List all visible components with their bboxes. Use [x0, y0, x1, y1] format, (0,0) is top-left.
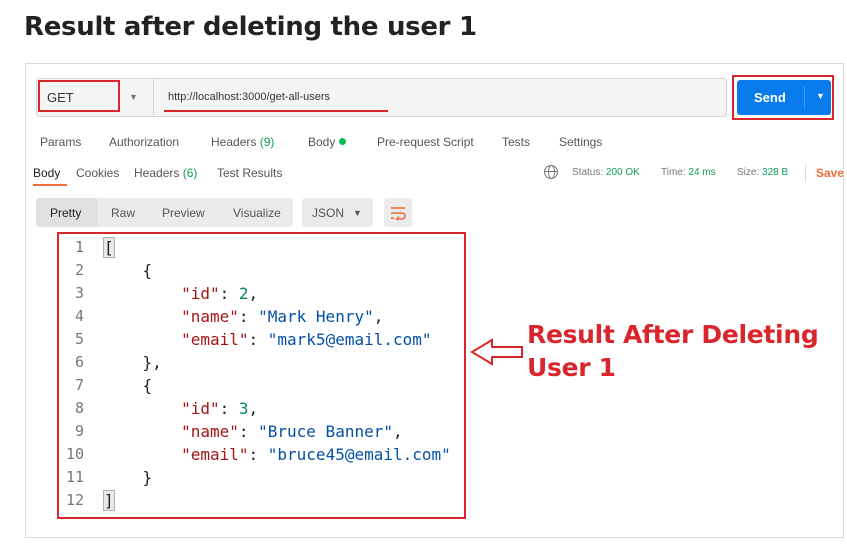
request-url-bar: GET ▼ http://localhost:3000/get-all-user… [36, 78, 727, 117]
response-highlight-box [57, 232, 466, 519]
view-preview-button[interactable]: Preview [162, 206, 205, 220]
method-highlight-box [38, 80, 120, 112]
tab-headers-label: Headers [211, 135, 257, 149]
callout-arrow-icon [470, 338, 523, 366]
caret-down-icon: ▼ [129, 92, 138, 102]
tab-body[interactable]: Body [308, 135, 347, 149]
time-value: 24 ms [688, 167, 716, 178]
time-label: Time: [661, 167, 686, 178]
view-pretty-button[interactable]: Pretty [50, 206, 81, 220]
size-readout: Size: 328 B [737, 167, 788, 178]
tab-body-label: Body [308, 135, 336, 149]
time-readout: Time: 24 ms [661, 167, 716, 178]
tab-headers[interactable]: Headers (9) [211, 135, 274, 149]
resp-tab-cookies[interactable]: Cookies [76, 166, 119, 180]
resp-tab-headers-label: Headers [134, 166, 180, 180]
status-value: 200 OK [605, 167, 640, 178]
wrap-lines-icon [391, 207, 406, 220]
resp-tab-active-indicator [33, 184, 67, 186]
view-visualize-button[interactable]: Visualize [233, 206, 281, 220]
tab-authorization[interactable]: Authorization [109, 135, 179, 149]
resp-tab-test-results[interactable]: Test Results [217, 166, 282, 180]
globe-icon[interactable] [544, 165, 558, 179]
tab-prerequest-script[interactable]: Pre-request Script [377, 135, 474, 149]
format-select[interactable]: JSON ▼ [302, 198, 373, 227]
status-divider [805, 164, 806, 182]
tab-settings[interactable]: Settings [559, 135, 602, 149]
wrap-lines-button[interactable] [384, 198, 412, 227]
save-response-button[interactable]: Save [816, 166, 843, 180]
resp-tab-body[interactable]: Body [33, 166, 60, 180]
size-label: Size: [737, 167, 760, 178]
tab-headers-count: (9) [259, 135, 275, 149]
resp-tab-headers[interactable]: Headers (6) [134, 166, 197, 180]
postman-window: GET ▼ http://localhost:3000/get-all-user… [25, 63, 844, 538]
resp-tab-headers-count: (6) [182, 166, 198, 180]
status-readout: Status: 200 OK [572, 167, 640, 178]
send-highlight-box [732, 75, 834, 120]
callout-line-2: User 1 [527, 353, 616, 382]
url-input[interactable]: http://localhost:3000/get-all-users [168, 91, 330, 103]
url-annotation-underline [164, 110, 388, 112]
format-label: JSON [312, 206, 345, 220]
caret-down-icon: ▼ [353, 208, 362, 218]
body-indicator-dot [339, 138, 347, 145]
tab-tests[interactable]: Tests [502, 135, 530, 149]
status-label: Status: [572, 167, 604, 178]
view-raw-button[interactable]: Raw [111, 206, 135, 220]
callout-annotation: Result After Deleting User 1 [527, 318, 819, 384]
tab-params[interactable]: Params [40, 135, 81, 149]
size-value: 328 B [762, 167, 789, 178]
page-heading: Result after deleting the user 1 [24, 12, 477, 42]
callout-line-1: Result After Deleting [527, 320, 819, 349]
response-view-toggle: Pretty Raw Preview Visualize [36, 198, 293, 227]
